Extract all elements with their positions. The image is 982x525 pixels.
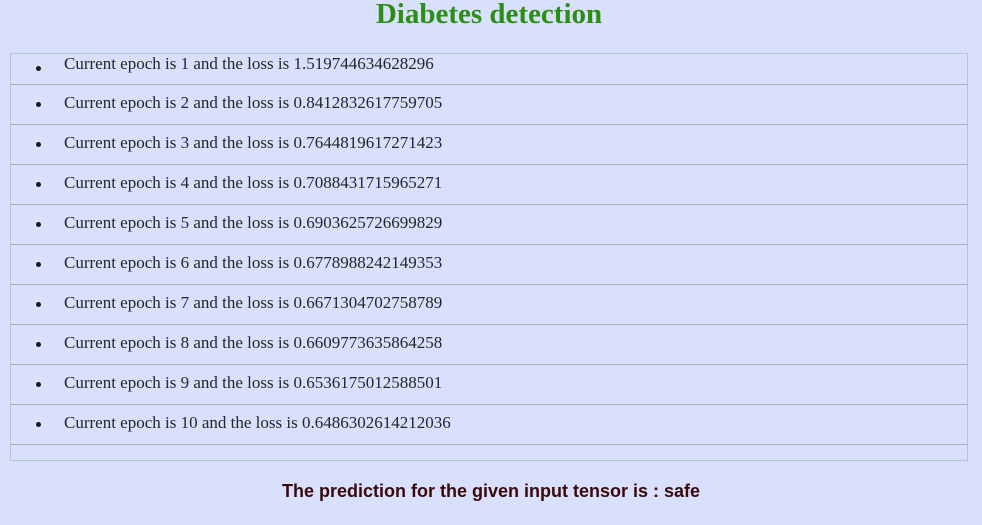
epoch-text: Current epoch is 10 and the loss is 0.64… [64, 413, 451, 432]
epoch-text: Current epoch is 7 and the loss is 0.667… [64, 293, 443, 312]
list-item: Current epoch is 1 and the loss is 1.519… [11, 54, 967, 85]
epoch-text: Current epoch is 2 and the loss is 0.841… [64, 93, 443, 112]
bullet-icon [36, 181, 41, 187]
list-item: Current epoch is 9 and the loss is 0.653… [11, 365, 967, 405]
bullet-icon [36, 261, 41, 267]
epoch-list: Current epoch is 1 and the loss is 1.519… [10, 53, 968, 461]
epoch-text: Current epoch is 5 and the loss is 0.690… [64, 213, 443, 232]
list-spacer [11, 445, 967, 457]
bullet-icon [36, 101, 41, 107]
epoch-text: Current epoch is 8 and the loss is 0.660… [64, 333, 443, 352]
list-item: Current epoch is 4 and the loss is 0.708… [11, 165, 967, 205]
bullet-icon [36, 381, 41, 387]
bullet-icon [36, 341, 41, 347]
prediction-result: The prediction for the given input tenso… [281, 481, 701, 501]
list-item: Current epoch is 7 and the loss is 0.667… [11, 285, 967, 325]
bullet-icon [36, 301, 41, 307]
bullet-icon [36, 141, 41, 147]
page-title: Diabetes detection [375, 0, 603, 30]
list-item: Current epoch is 10 and the loss is 0.64… [11, 405, 967, 445]
list-item: Current epoch is 3 and the loss is 0.764… [11, 125, 967, 165]
bullet-icon [36, 66, 41, 71]
list-item: Current epoch is 2 and the loss is 0.841… [11, 85, 967, 125]
bullet-icon [36, 421, 41, 427]
epoch-text: Current epoch is 9 and the loss is 0.653… [64, 373, 443, 392]
epoch-text: Current epoch is 6 and the loss is 0.677… [64, 253, 443, 272]
list-item: Current epoch is 5 and the loss is 0.690… [11, 205, 967, 245]
list-item: Current epoch is 6 and the loss is 0.677… [11, 245, 967, 285]
epoch-text: Current epoch is 1 and the loss is 1.519… [64, 54, 434, 73]
epoch-text: Current epoch is 3 and the loss is 0.764… [64, 133, 443, 152]
list-item: Current epoch is 8 and the loss is 0.660… [11, 325, 967, 365]
bullet-icon [36, 221, 41, 227]
epoch-text: Current epoch is 4 and the loss is 0.708… [64, 173, 443, 192]
